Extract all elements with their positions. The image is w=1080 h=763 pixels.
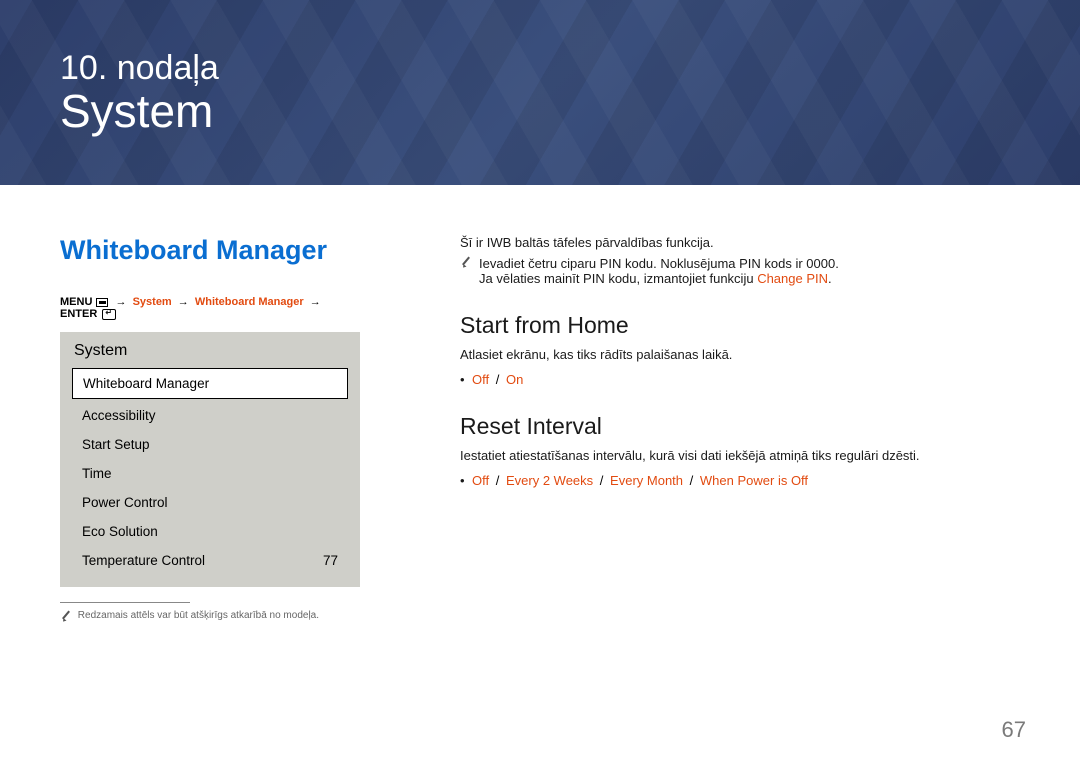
option-value: When Power is Off <box>700 473 808 488</box>
pen-icon <box>60 610 71 621</box>
page-number: 67 <box>1002 717 1026 743</box>
options-line: Off / On <box>460 372 1020 387</box>
menu-item-label: Whiteboard Manager <box>83 376 209 391</box>
subsection-desc: Iestatiet atiestatīšanas intervālu, kurā… <box>460 448 1020 463</box>
divider <box>60 602 190 603</box>
enter-key-icon <box>102 309 116 320</box>
option-value: Off <box>472 372 489 387</box>
menu-header: System <box>72 342 348 360</box>
subsection-reset-interval: Reset Interval <box>460 413 1020 440</box>
chapter-header: 10. nodaļa System <box>0 0 1080 185</box>
menu-item-value: 77 <box>323 553 338 568</box>
breadcrumb: MENU → System → Whiteboard Manager → ENT… <box>60 296 360 320</box>
menu-item-label: Eco Solution <box>82 524 158 539</box>
menu-item-label: Power Control <box>82 495 168 510</box>
menu-item-time[interactable]: Time <box>72 459 348 488</box>
menu-item-label: Start Setup <box>82 437 150 452</box>
breadcrumb-seg-whiteboard: Whiteboard Manager <box>195 296 304 308</box>
menu-item-whiteboard-manager[interactable]: Whiteboard Manager <box>72 368 348 399</box>
menu-item-label: Time <box>82 466 112 481</box>
menu-item-accessibility[interactable]: Accessibility <box>72 401 348 430</box>
option-value: Off <box>472 473 489 488</box>
breadcrumb-enter-label: ENTER <box>60 308 97 320</box>
note-row: Ievadiet četru ciparu PIN kodu. Noklusēj… <box>460 256 1020 286</box>
subsection-desc: Atlasiet ekrānu, kas tiks rādīts palaiša… <box>460 347 1020 362</box>
menu-grid-icon <box>96 298 108 307</box>
footnote: Redzamais attēls var būt atšķirīgs atkar… <box>60 609 360 623</box>
menu-item-power-control[interactable]: Power Control <box>72 488 348 517</box>
menu-item-label: Temperature Control <box>82 553 205 568</box>
option-value: On <box>506 372 523 387</box>
menu-item-start-setup[interactable]: Start Setup <box>72 430 348 459</box>
footnote-text: Redzamais attēls var būt atšķirīgs atkar… <box>78 610 319 621</box>
pen-icon <box>460 256 471 267</box>
change-pin-label: Change PIN <box>757 271 828 286</box>
breadcrumb-menu-label: MENU <box>60 296 92 308</box>
note-line-1: Ievadiet četru ciparu PIN kodu. Noklusēj… <box>479 256 1020 271</box>
menu-item-label: Accessibility <box>82 408 156 423</box>
option-value: Every 2 Weeks <box>506 473 593 488</box>
section-title: Whiteboard Manager <box>60 235 360 266</box>
breadcrumb-seg-system: System <box>133 296 172 308</box>
chapter-title: System <box>60 87 1020 135</box>
option-value: Every Month <box>610 473 683 488</box>
menu-item-eco-solution[interactable]: Eco Solution <box>72 517 348 546</box>
menu-panel: System Whiteboard Manager Accessibility … <box>60 332 360 587</box>
chapter-number: 10. nodaļa <box>60 50 1020 87</box>
note-line-2: Ja vēlaties mainīt PIN kodu, izmantojiet… <box>479 271 1020 286</box>
intro-text: Šī ir IWB baltās tāfeles pārvaldības fun… <box>460 235 1020 250</box>
subsection-start-from-home: Start from Home <box>460 312 1020 339</box>
options-line: Off / Every 2 Weeks / Every Month / When… <box>460 473 1020 488</box>
menu-item-temperature-control[interactable]: Temperature Control 77 <box>72 546 348 575</box>
